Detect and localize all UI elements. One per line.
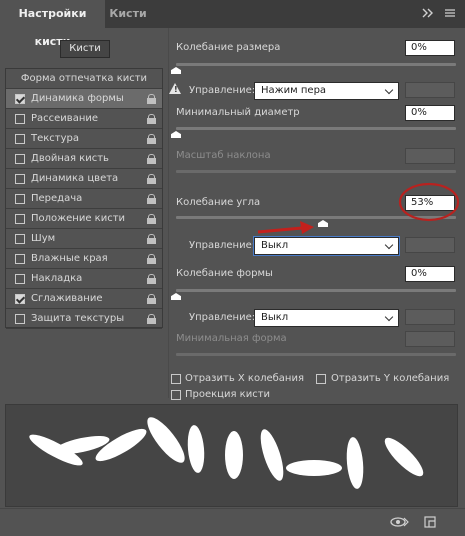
angle-control-select[interactable]: Выкл	[253, 236, 400, 256]
arrow-head-icon	[300, 221, 314, 234]
brush-projection-label: Проекция кисти	[185, 389, 271, 400]
stroke-preview-canvas	[29, 417, 424, 489]
flip-x-checkbox[interactable]	[171, 374, 181, 384]
roundness-jitter-input[interactable]: 0%	[405, 266, 455, 282]
chevron-down-icon	[384, 240, 394, 250]
roundness-jitter-label: Колебание формы	[176, 268, 273, 279]
flip-y-label: Отразить Y колебания	[331, 373, 450, 384]
chevron-down-icon	[384, 312, 394, 322]
min-roundness-input	[405, 331, 455, 347]
flip-y-checkbox[interactable]	[316, 374, 326, 384]
flip-x-label: Отразить X колебания	[185, 373, 304, 384]
brush-stroke-preview	[5, 404, 458, 507]
angle-control-value: Выкл	[261, 240, 289, 251]
new-preset-icon[interactable]	[423, 515, 437, 532]
angle-control-label: Управление:	[189, 240, 256, 251]
brush-projection-checkbox[interactable]	[171, 390, 181, 400]
roundness-control-select[interactable]: Выкл	[254, 309, 399, 327]
roundness-control-value: Выкл	[261, 312, 289, 323]
highlight-circle	[398, 182, 460, 222]
panel-bottom-bar	[0, 508, 465, 536]
arrow-shaft	[257, 226, 303, 234]
min-roundness-slider	[176, 353, 456, 356]
min-roundness-label: Минимальная форма	[176, 333, 287, 344]
roundness-control-label: Управление:	[189, 312, 256, 323]
angle-control-fade-input	[405, 237, 455, 253]
roundness-control-fade-input	[405, 309, 455, 325]
eye-cycle-icon[interactable]	[390, 515, 410, 532]
roundness-jitter-slider[interactable]	[176, 289, 456, 292]
